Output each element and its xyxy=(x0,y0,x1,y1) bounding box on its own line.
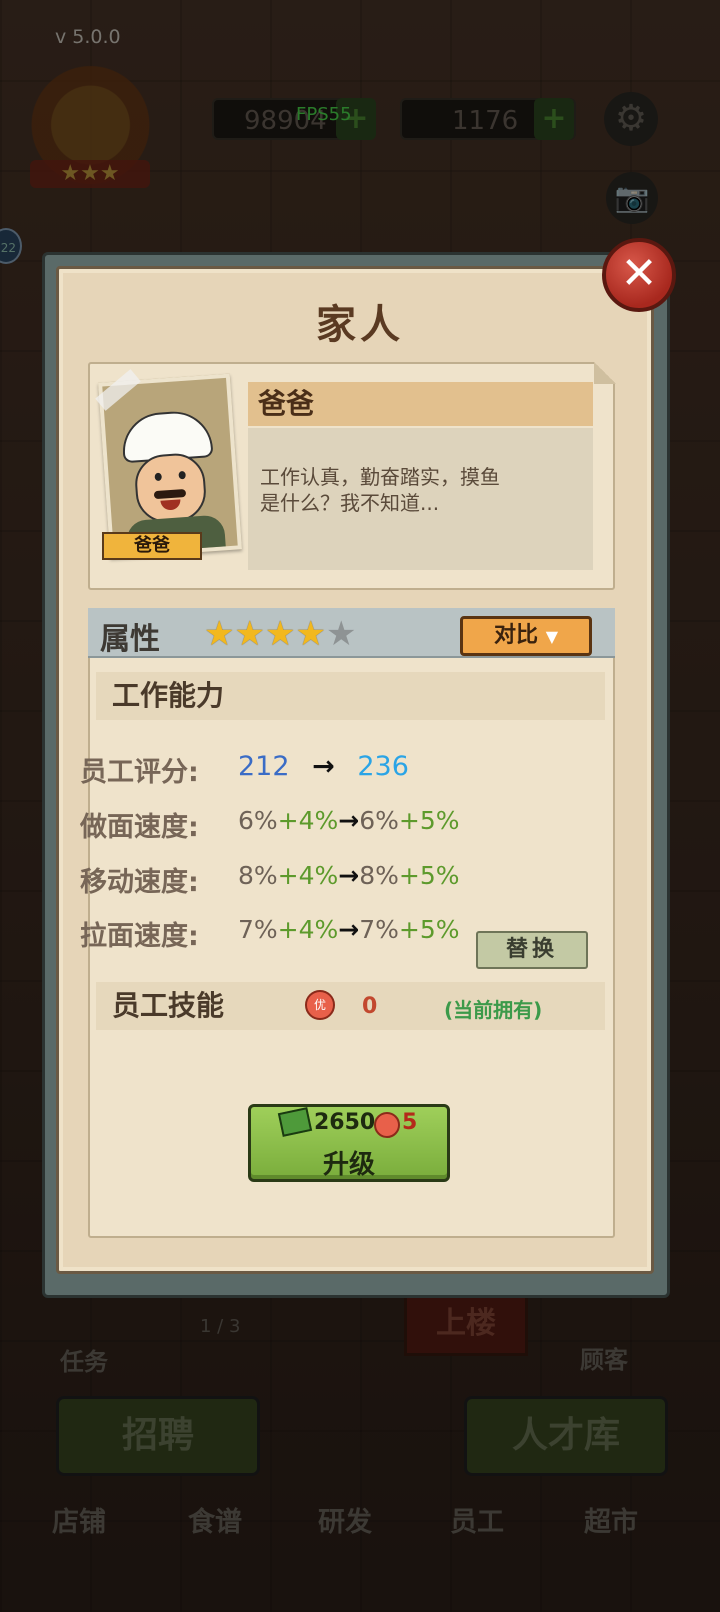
value-bonus: +5% xyxy=(398,861,460,890)
compare-label: 对比 xyxy=(494,623,539,648)
character-name: 爸爸 xyxy=(248,382,593,426)
stat-value-pull-speed: 7%+4%→7%+5% xyxy=(238,915,460,944)
replace-button[interactable]: 替换 xyxy=(476,931,588,969)
star-icon: ★ xyxy=(234,614,265,654)
star-empty-icon: ★ xyxy=(325,614,357,654)
page-fold-corner xyxy=(594,362,616,384)
arrow-icon: → xyxy=(338,915,360,944)
upgrade-medal-cost: 5 xyxy=(402,1110,418,1135)
star-icon: ★ xyxy=(264,614,296,654)
value-base: 7% xyxy=(359,915,399,944)
skill-owned-label: (当前拥有) xyxy=(444,998,543,1022)
value-bonus: +5% xyxy=(398,806,460,835)
description-line-1: 工作认真，勤奋踏实，摸鱼 xyxy=(260,465,500,489)
stat-label-pull-speed: 拉面速度: xyxy=(80,921,199,952)
description-line-2: 是什么？我不知道... xyxy=(260,491,440,515)
portrait-name-ribbon: 爸爸 xyxy=(102,532,202,560)
medal-icon: 优 xyxy=(305,990,335,1020)
rating-to: 236 xyxy=(357,751,409,782)
rating-from: 212 xyxy=(238,751,290,782)
arrow-icon: → xyxy=(338,861,360,890)
star-icon: ★ xyxy=(204,614,235,654)
stat-value-rating: 212 → 236 xyxy=(238,751,409,782)
medal-icon xyxy=(374,1112,400,1138)
value-base: 6% xyxy=(238,806,278,835)
skill-count: 0 xyxy=(362,994,378,1019)
arrow-icon: → xyxy=(312,751,335,782)
value-bonus: +4% xyxy=(277,915,339,944)
character-description: 工作认真，勤奋踏实，摸鱼 是什么？我不知道... xyxy=(248,428,593,570)
stat-label-rating: 员工评分: xyxy=(80,757,199,788)
value-base: 7% xyxy=(238,915,278,944)
work-ability-title: 工作能力 xyxy=(96,672,605,720)
arrow-icon: → xyxy=(338,806,360,835)
value-base: 8% xyxy=(238,861,278,890)
upgrade-cost: 2650 xyxy=(314,1110,376,1135)
character-portrait xyxy=(98,373,242,559)
stat-label-noodle-speed: 做面速度: xyxy=(80,812,199,843)
value-bonus: +4% xyxy=(277,861,339,890)
stat-label-move-speed: 移动速度: xyxy=(80,867,199,898)
value-base: 8% xyxy=(359,861,399,890)
stat-value-noodle-speed: 6%+4%→6%+5% xyxy=(238,806,460,835)
upgrade-label: 升级 xyxy=(322,1150,375,1180)
value-bonus: +5% xyxy=(398,915,460,944)
star-icon: ★ xyxy=(295,614,326,654)
value-base: 6% xyxy=(359,806,399,835)
attributes-label: 属性 xyxy=(100,622,160,657)
character-face xyxy=(133,451,208,525)
star-rating: ★★★★★ xyxy=(204,614,356,654)
value-bonus: +4% xyxy=(277,806,339,835)
chevron-down-icon: ▼ xyxy=(545,627,558,646)
stat-value-move-speed: 8%+4%→8%+5% xyxy=(238,861,460,890)
compare-dropdown[interactable]: 对比 ▼ xyxy=(460,616,592,656)
close-icon[interactable]: ✕ xyxy=(602,238,676,312)
